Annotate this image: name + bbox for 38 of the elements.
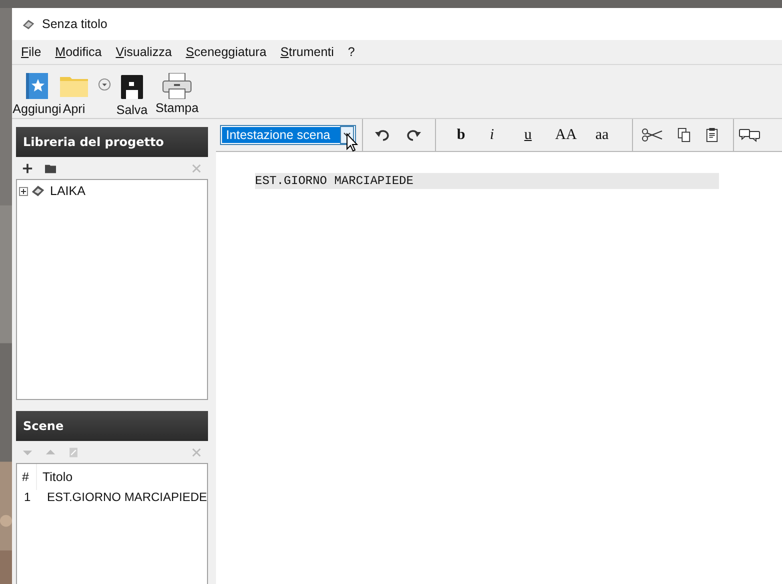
underline-button[interactable]: u [510,126,546,144]
redo-icon[interactable] [407,128,421,142]
toolbar-label[interactable]: Apri [62,102,86,117]
toolbar-label[interactable]: Salva [116,103,148,118]
project-icon [31,184,45,198]
save-icon[interactable] [121,75,143,99]
clipboard-icon[interactable] [705,128,719,142]
comments-icon[interactable] [739,128,761,142]
toolbar-label[interactable]: Aggiungi [12,102,62,117]
upper-button[interactable]: AA [546,126,586,144]
printer-icon[interactable] [162,73,192,99]
panel-header: Libreria del progetto [16,127,208,157]
bold-button[interactable]: b [448,126,474,144]
menu-item[interactable]: ? [346,45,360,59]
window-title: Senza titolo [42,17,108,31]
style-dropdown[interactable]: Intestazione scena [220,125,356,145]
table-cell: 1 [17,490,37,504]
toolbar-label[interactable]: Stampa [155,101,199,116]
dropdown-icon[interactable] [98,78,111,91]
scissors-icon[interactable] [641,128,663,142]
undo-icon[interactable] [375,128,389,142]
copy-icon[interactable] [677,128,691,142]
menu-item[interactable]: Modifica [53,45,107,59]
italic-button[interactable]: i [474,126,510,144]
expand-icon[interactable] [19,186,28,196]
lower-button[interactable]: aa [586,126,618,144]
menu-item[interactable]: Strumenti [278,45,339,59]
column-header[interactable]: # [17,464,37,490]
tree-item[interactable]: LAIKA [50,184,86,198]
add-icon[interactable] [22,162,33,174]
column-header[interactable]: Titolo [36,464,207,490]
menu-item[interactable]: Visualizza [114,45,177,59]
table-cell: EST.GIORNO MARCIAPIEDE [36,490,207,504]
panel-header: Scene [16,411,208,441]
menu-item[interactable]: Sceneggiatura [184,45,272,59]
menu-item[interactable]: File [19,45,46,59]
scene-heading: EST.GIORNO MARCIAPIEDE [255,173,719,189]
folder-icon[interactable] [45,162,56,174]
